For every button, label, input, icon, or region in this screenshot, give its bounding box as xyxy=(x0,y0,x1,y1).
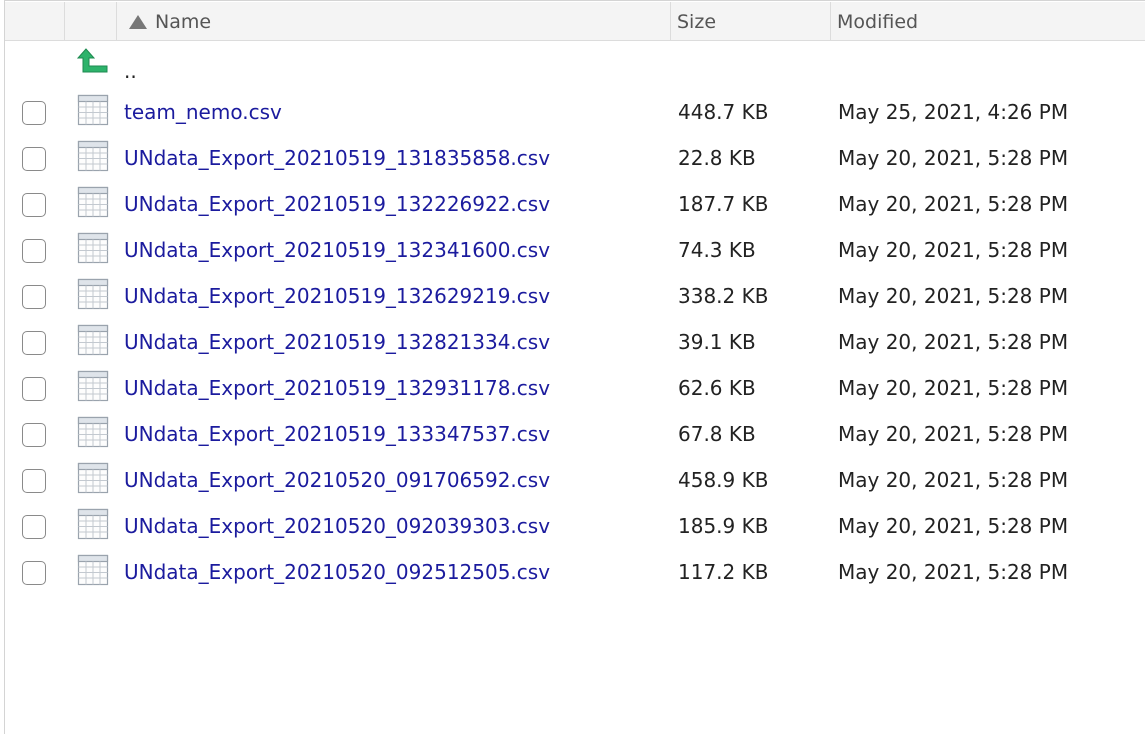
file-size: 185.9 KB xyxy=(678,514,769,538)
file-size: 22.8 KB xyxy=(678,146,756,170)
header-checkbox-column xyxy=(5,2,65,40)
file-name-link[interactable]: UNdata_Export_20210519_132226922.csv xyxy=(124,181,550,227)
file-modified-date: May 20, 2021, 5:28 PM xyxy=(838,422,1069,446)
spreadsheet-file-icon xyxy=(77,140,109,172)
file-row[interactable]: UNdata_Export_20210519_132629219.csv 338… xyxy=(5,273,1145,319)
size-column-header[interactable]: Size xyxy=(671,2,831,40)
name-column-header[interactable]: Name xyxy=(117,2,671,40)
spreadsheet-file-icon xyxy=(77,94,109,126)
file-modified-date: May 20, 2021, 5:28 PM xyxy=(838,284,1069,308)
file-modified-date: May 20, 2021, 5:28 PM xyxy=(838,560,1069,584)
sort-ascending-icon xyxy=(129,15,147,29)
file-size: 117.2 KB xyxy=(678,560,769,584)
parent-directory-link[interactable]: .. xyxy=(124,47,137,95)
file-select-checkbox[interactable] xyxy=(22,147,46,171)
modified-column-label: Modified xyxy=(837,11,919,33)
file-row[interactable]: UNdata_Export_20210520_092039303.csv 185… xyxy=(5,503,1145,549)
file-row[interactable]: UNdata_Export_20210519_132931178.csv 62.… xyxy=(5,365,1145,411)
file-modified-date: May 20, 2021, 5:28 PM xyxy=(838,330,1069,354)
spreadsheet-file-icon xyxy=(77,554,109,586)
parent-directory-row[interactable]: .. xyxy=(5,41,1145,89)
file-modified-date: May 20, 2021, 5:28 PM xyxy=(838,238,1069,262)
file-size: 62.6 KB xyxy=(678,376,756,400)
file-select-checkbox[interactable] xyxy=(22,469,46,493)
file-name-link[interactable]: UNdata_Export_20210520_092039303.csv xyxy=(124,503,550,549)
file-name-link[interactable]: UNdata_Export_20210520_092512505.csv xyxy=(124,549,550,595)
file-modified-date: May 20, 2021, 5:28 PM xyxy=(838,376,1069,400)
file-select-checkbox[interactable] xyxy=(22,423,46,447)
name-column-label: Name xyxy=(155,11,212,33)
file-row[interactable]: UNdata_Export_20210519_132226922.csv 187… xyxy=(5,181,1145,227)
file-select-checkbox[interactable] xyxy=(22,331,46,355)
file-size: 458.9 KB xyxy=(678,468,769,492)
file-row[interactable]: UNdata_Export_20210519_132821334.csv 39.… xyxy=(5,319,1145,365)
spreadsheet-file-icon xyxy=(77,508,109,540)
file-name-link[interactable]: UNdata_Export_20210519_132629219.csv xyxy=(124,273,550,319)
file-row[interactable]: UNdata_Export_20210519_133347537.csv 67.… xyxy=(5,411,1145,457)
file-size: 338.2 KB xyxy=(678,284,769,308)
file-select-checkbox[interactable] xyxy=(22,515,46,539)
file-select-checkbox[interactable] xyxy=(22,239,46,263)
file-name-link[interactable]: UNdata_Export_20210519_132821334.csv xyxy=(124,319,550,365)
file-size: 187.7 KB xyxy=(678,192,769,216)
spreadsheet-file-icon xyxy=(77,278,109,310)
file-row[interactable]: UNdata_Export_20210520_092512505.csv 117… xyxy=(5,549,1145,595)
spreadsheet-file-icon xyxy=(77,370,109,402)
file-modified-date: May 20, 2021, 5:28 PM xyxy=(838,146,1069,170)
size-column-label: Size xyxy=(677,11,717,33)
file-row[interactable]: UNdata_Export_20210519_132341600.csv 74.… xyxy=(5,227,1145,273)
modified-column-header[interactable]: Modified xyxy=(831,2,1145,40)
file-row[interactable]: team_nemo.csv 448.7 KB May 25, 2021, 4:2… xyxy=(5,89,1145,135)
file-select-checkbox[interactable] xyxy=(22,377,46,401)
file-size: 448.7 KB xyxy=(678,100,769,124)
file-list: .. team_nemo.csv 448.7 KB May 25, 2021, … xyxy=(5,41,1145,595)
spreadsheet-file-icon xyxy=(77,232,109,264)
file-modified-date: May 20, 2021, 5:28 PM xyxy=(838,468,1069,492)
file-browser-pane: Name Size Modified .. team_nemo.csv 448.… xyxy=(4,0,1145,734)
file-name-link[interactable]: UNdata_Export_20210520_091706592.csv xyxy=(124,457,550,503)
file-select-checkbox[interactable] xyxy=(22,561,46,585)
file-modified-date: May 20, 2021, 5:28 PM xyxy=(838,514,1069,538)
file-name-link[interactable]: UNdata_Export_20210519_131835858.csv xyxy=(124,135,550,181)
file-size: 67.8 KB xyxy=(678,422,756,446)
header-icon-column xyxy=(65,2,117,40)
file-size: 39.1 KB xyxy=(678,330,756,354)
spreadsheet-file-icon xyxy=(77,462,109,494)
file-name-link[interactable]: UNdata_Export_20210519_132341600.csv xyxy=(124,227,550,273)
file-select-checkbox[interactable] xyxy=(22,285,46,309)
file-modified-date: May 20, 2021, 5:28 PM xyxy=(838,192,1069,216)
file-name-link[interactable]: team_nemo.csv xyxy=(124,89,282,135)
spreadsheet-file-icon xyxy=(77,324,109,356)
file-row[interactable]: UNdata_Export_20210519_131835858.csv 22.… xyxy=(5,135,1145,181)
file-size: 74.3 KB xyxy=(678,238,756,262)
file-name-link[interactable]: UNdata_Export_20210519_132931178.csv xyxy=(124,365,550,411)
file-name-link[interactable]: UNdata_Export_20210519_133347537.csv xyxy=(124,411,550,457)
file-select-checkbox[interactable] xyxy=(22,193,46,217)
spreadsheet-file-icon xyxy=(77,186,109,218)
file-row[interactable]: UNdata_Export_20210520_091706592.csv 458… xyxy=(5,457,1145,503)
file-list-header: Name Size Modified xyxy=(5,2,1145,41)
spreadsheet-file-icon xyxy=(77,416,109,448)
file-select-checkbox[interactable] xyxy=(22,101,46,125)
up-arrow-icon[interactable] xyxy=(77,47,109,77)
file-modified-date: May 25, 2021, 4:26 PM xyxy=(838,100,1069,124)
